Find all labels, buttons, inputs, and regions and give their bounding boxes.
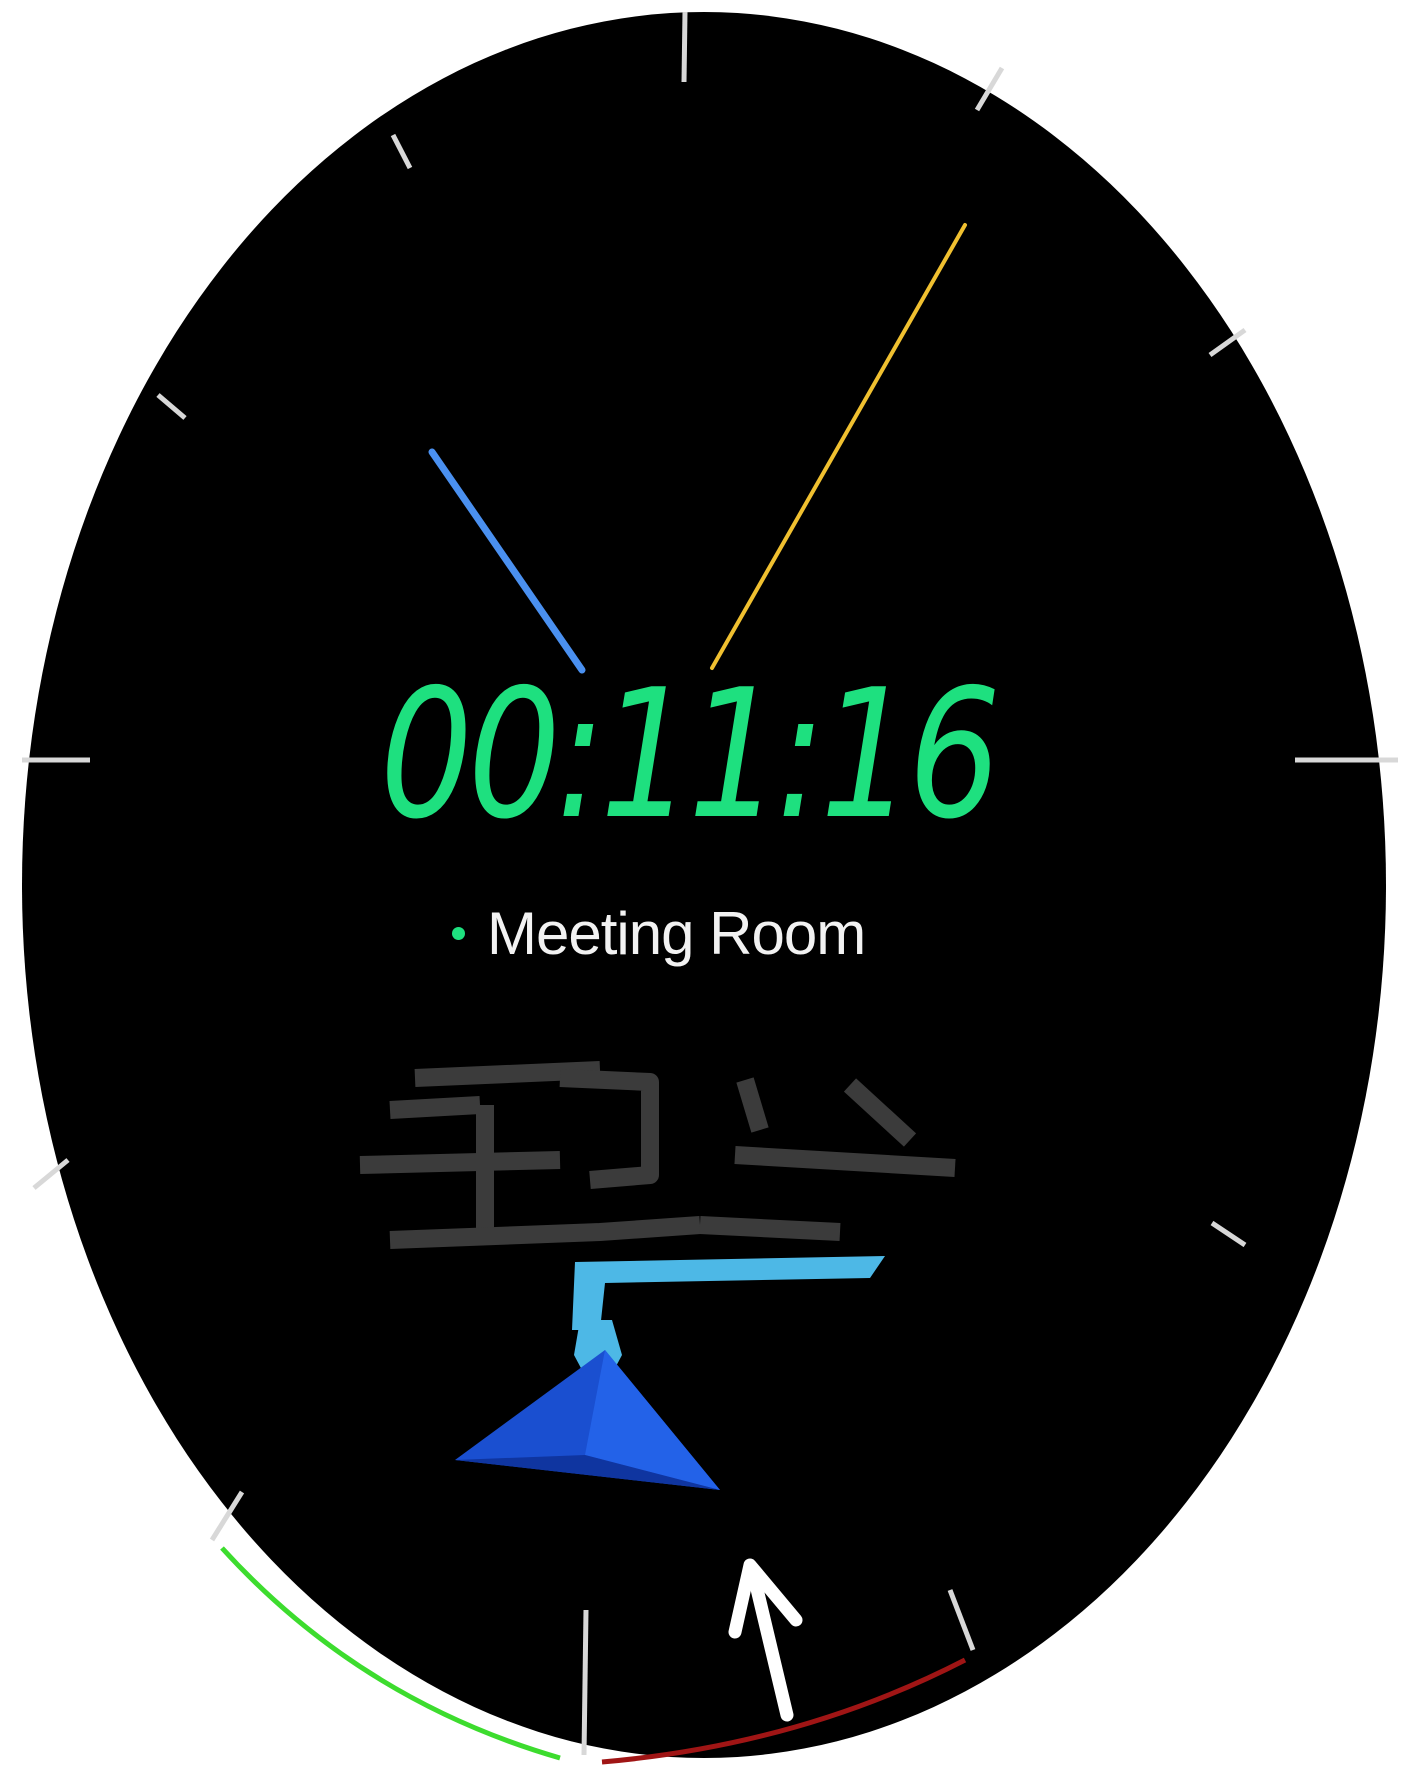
route-segment [699,1216,841,1241]
tick-12 [681,11,688,83]
elapsed-timer: 00:11:16 [380,651,1001,858]
tick-6 [581,1609,589,1756]
location-label: Meeting Room [487,899,866,967]
route-segment [389,1096,481,1119]
watch-dial [22,11,1398,1765]
location-indicator: Meeting Room [452,898,866,968]
watch-face-screen: 00:11:16 Meeting Room [0,0,1409,1770]
status-dot [452,926,465,940]
route-segment [359,1151,561,1174]
dial-background [22,12,1386,1758]
